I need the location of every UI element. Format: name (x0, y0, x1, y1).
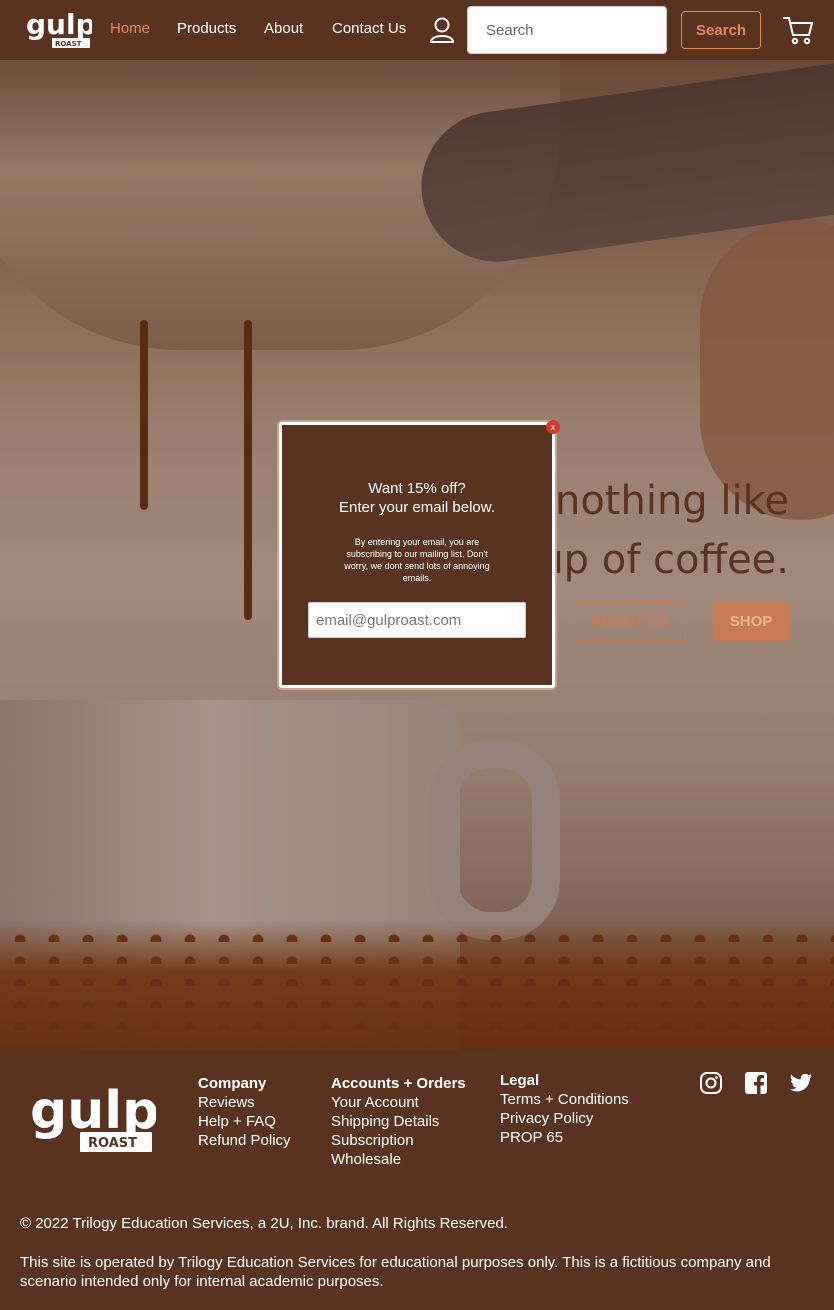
site-footer: gulp ROAST Company Reviews Help + FAQ Re… (0, 1050, 834, 1310)
footer-heading-company: Company (198, 1075, 267, 1092)
footer-link-prop-65[interactable]: PROP 65 (500, 1128, 629, 1147)
footer-link-wholesale[interactable]: Wholesale (331, 1150, 466, 1169)
nav-home[interactable]: Home (110, 20, 150, 37)
site-header: gulp ROAST Home Products About Contact U… (0, 0, 834, 60)
footer-link-terms[interactable]: Terms + Conditions (500, 1090, 629, 1109)
modal-title-line2: Enter your email below. (339, 499, 495, 516)
footer-company: Company Reviews Help + FAQ Refund Policy (198, 1074, 291, 1150)
modal-title: Want 15% off? Enter your email below. (282, 479, 552, 517)
search-input[interactable] (467, 6, 667, 54)
footer-link-privacy-policy[interactable]: Privacy Policy (500, 1109, 629, 1128)
user-icon[interactable] (429, 16, 455, 44)
email-field[interactable] (308, 602, 526, 638)
footer-heading-accounts: Accounts + Orders (331, 1075, 466, 1092)
modal-title-line1: Want 15% off? (368, 480, 466, 497)
modal-note: By entering your email, you are subscrib… (344, 537, 490, 583)
hero-heading-line1: nothing like (554, 478, 789, 524)
gulp-roast-logo[interactable]: gulp ROAST (24, 8, 92, 50)
about-us-button[interactable]: ABOUT US (573, 602, 686, 641)
footer-accounts: Accounts + Orders Your Account Shipping … (331, 1074, 466, 1169)
footer-link-reviews[interactable]: Reviews (198, 1093, 291, 1112)
footer-link-refund-policy[interactable]: Refund Policy (198, 1131, 291, 1150)
instagram-icon[interactable] (699, 1071, 723, 1095)
nav-about[interactable]: About (264, 20, 303, 37)
disclaimer-text: This site is operated by Trilogy Educati… (20, 1254, 771, 1290)
footer-link-subscription[interactable]: Subscription (331, 1131, 466, 1150)
footer-gulp-roast-logo[interactable]: gulp ROAST (28, 1076, 156, 1158)
cart-icon[interactable] (782, 14, 814, 46)
search-button[interactable]: Search (681, 11, 761, 49)
close-icon[interactable]: x (546, 420, 560, 434)
svg-text:ROAST: ROAST (88, 1136, 137, 1151)
footer-link-your-account[interactable]: Your Account (331, 1093, 466, 1112)
footer-legal: Legal Terms + Conditions Privacy Policy … (500, 1071, 629, 1147)
nav-products[interactable]: Products (177, 20, 236, 37)
footer-link-help-faq[interactable]: Help + FAQ (198, 1112, 291, 1131)
footer-link-shipping-details[interactable]: Shipping Details (331, 1112, 466, 1131)
svg-text:gulp: gulp (26, 8, 92, 41)
nav-contact-us[interactable]: Contact Us (332, 20, 406, 37)
footer-heading-legal: Legal (500, 1072, 540, 1089)
discount-modal: x Want 15% off? Enter your email below. … (279, 420, 560, 688)
hero-heading-line2: up of coffee. (538, 537, 789, 583)
svg-text:ROAST: ROAST (55, 40, 82, 48)
shop-button[interactable]: SHOP (713, 602, 789, 641)
copyright-text: © 2022 Trilogy Education Services, a 2U,… (20, 1215, 508, 1232)
facebook-icon[interactable] (744, 1071, 768, 1095)
twitter-icon[interactable] (789, 1071, 813, 1095)
